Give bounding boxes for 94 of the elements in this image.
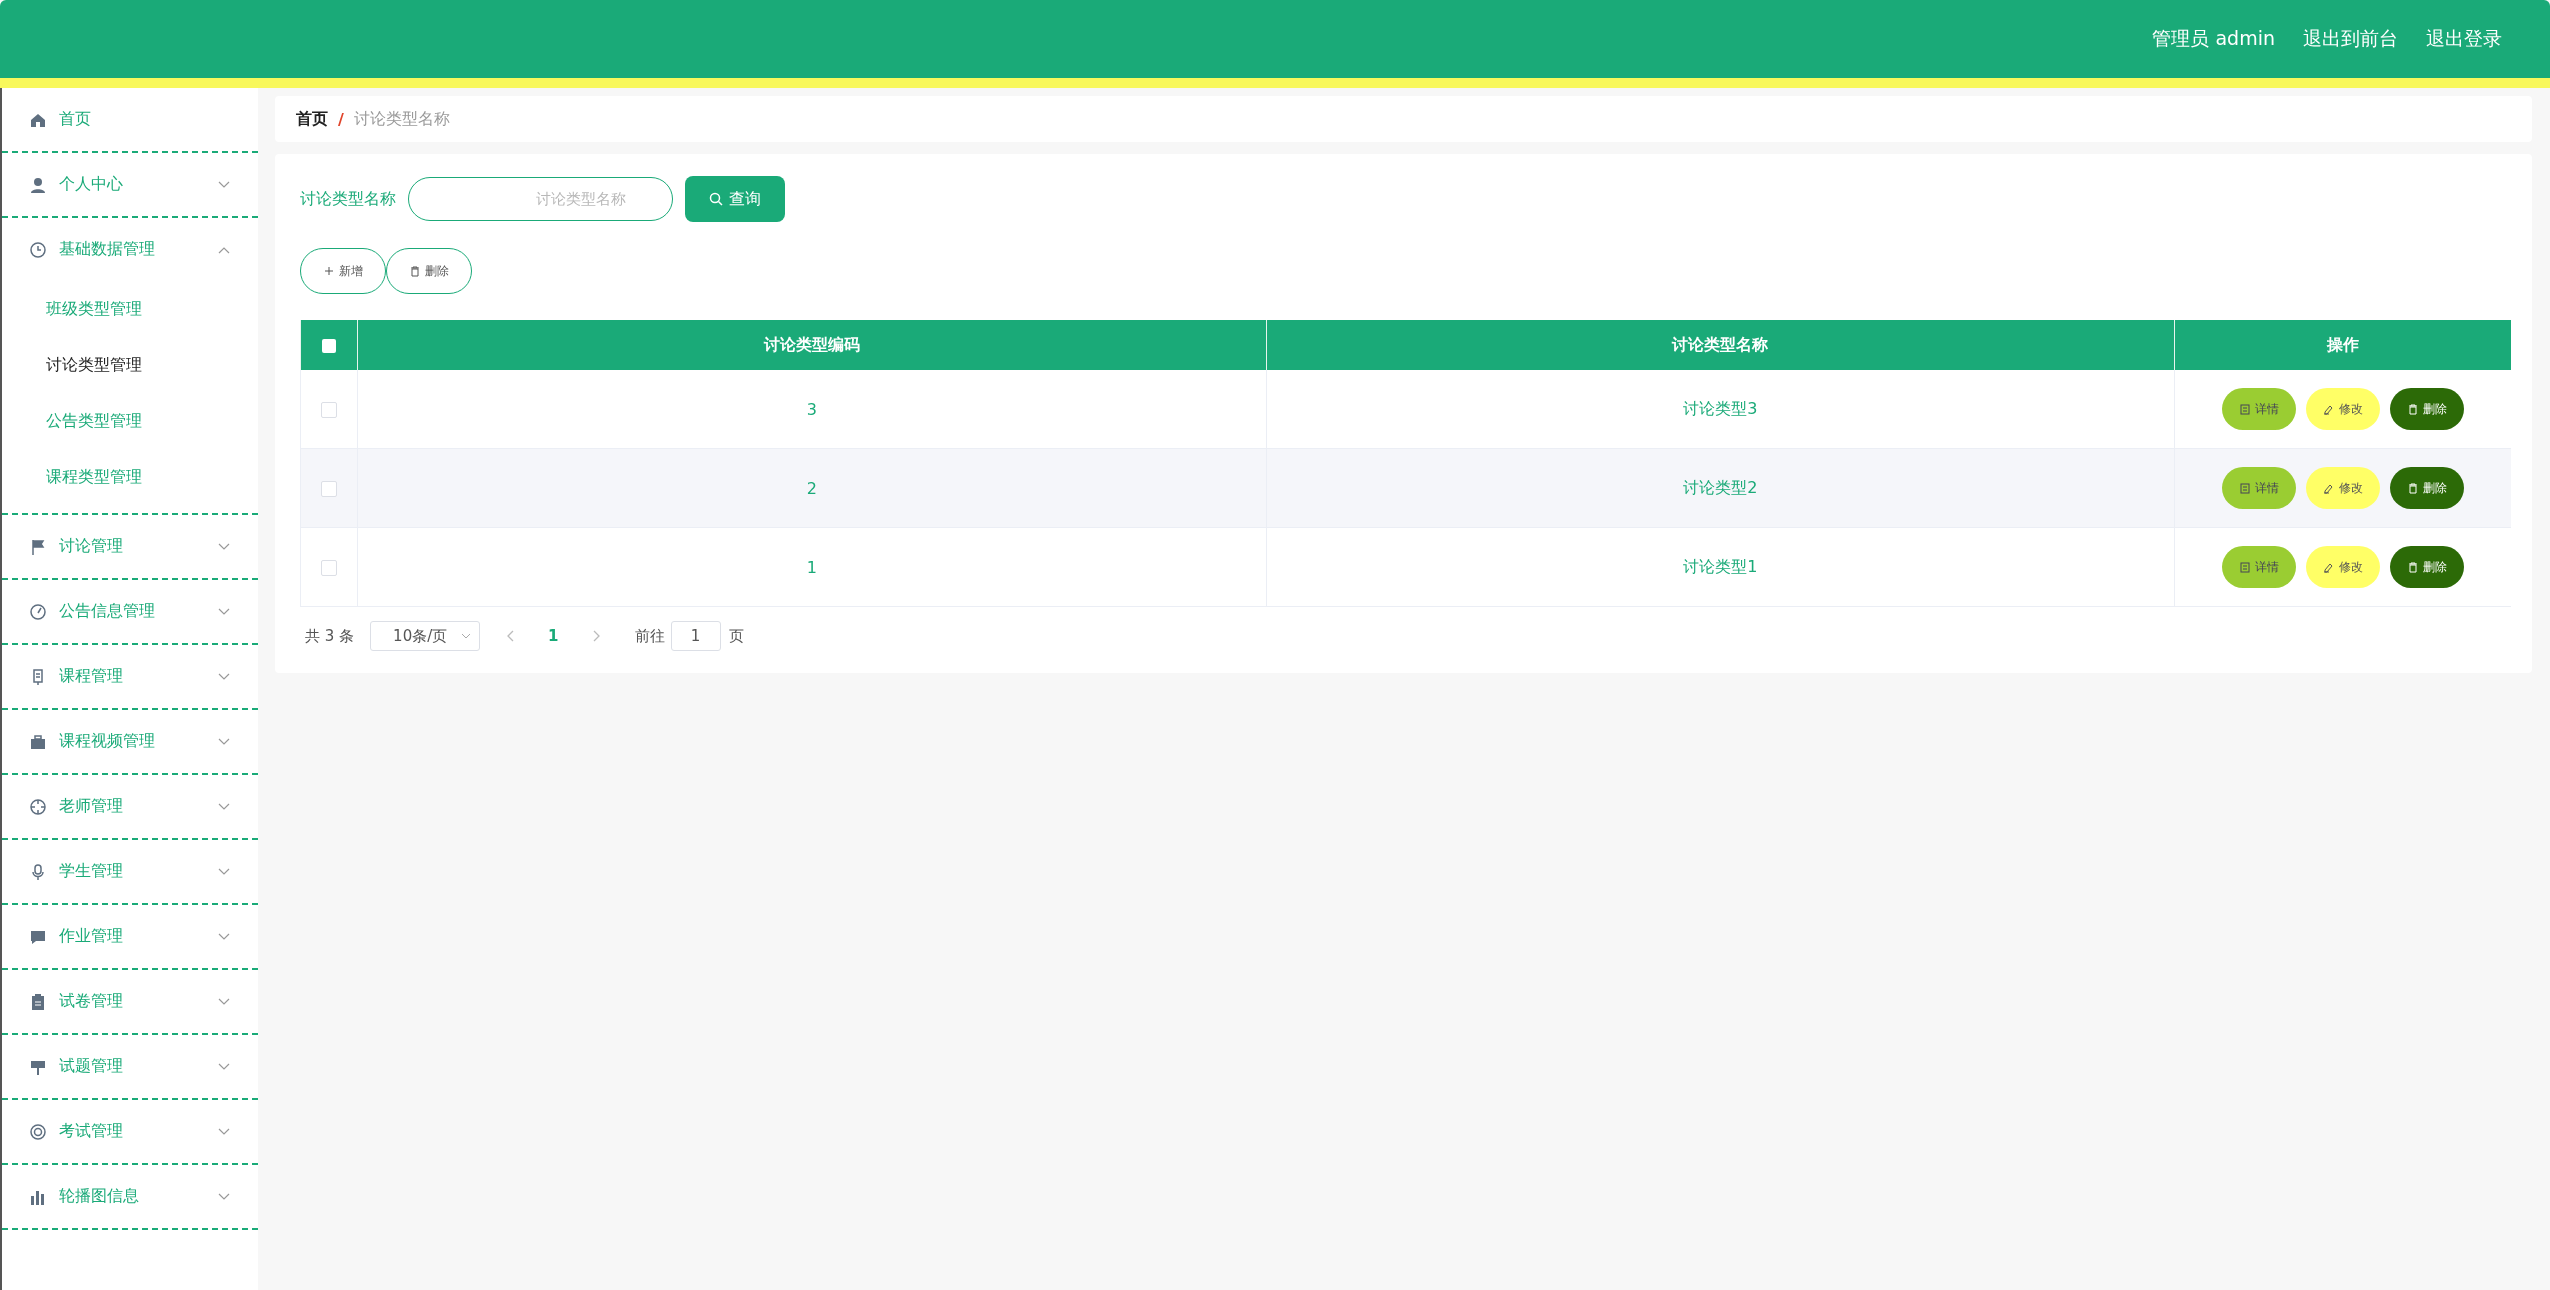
submenu-item[interactable]: 班级类型管理 (2, 281, 258, 337)
breadcrumb-item: 讨论类型名称 (353, 108, 450, 130)
table-cell: 3 (806, 399, 817, 419)
table-cell: 讨论类型1 (1683, 556, 1758, 576)
gauge-icon (29, 602, 47, 621)
total-count: 共 3 条 (305, 626, 355, 646)
select-all-checkbox[interactable] (322, 339, 336, 353)
trash-icon (2407, 561, 2418, 573)
menu-item[interactable]: 课程视频管理 (2, 710, 258, 773)
previous-page-icon[interactable] (506, 630, 515, 642)
menu-item[interactable]: 老师管理 (2, 775, 258, 838)
goto-label: 前往 (634, 626, 665, 646)
search-icon (709, 192, 723, 206)
chevron-icon (218, 1062, 230, 1071)
submenu-item[interactable]: 公告类型管理 (2, 393, 258, 449)
chevron-icon (218, 672, 230, 681)
page-input[interactable]: 1 (670, 621, 721, 651)
edit-button[interactable]: 修改 (2306, 467, 2380, 509)
pencil-icon (2323, 561, 2334, 573)
document-icon (2239, 403, 2250, 415)
menu-item[interactable]: 试题管理 (2, 1035, 258, 1098)
next-page-icon[interactable] (592, 630, 601, 642)
clock-icon (29, 240, 47, 259)
menu-item[interactable]: 试卷管理 (2, 970, 258, 1033)
flag-icon (29, 537, 47, 556)
trash-icon (2407, 482, 2418, 494)
chevron-icon (218, 997, 230, 1006)
table-cell: 1 (806, 557, 817, 577)
row-checkbox[interactable] (321, 560, 337, 576)
page-size-select[interactable]: 10条/页 (370, 621, 481, 651)
menu-item[interactable]: 基础数据管理 (2, 218, 258, 281)
detail-button[interactable]: 详情 (2222, 546, 2296, 588)
crosshair-icon (29, 797, 47, 816)
search-button[interactable]: 查询 (685, 176, 785, 222)
delete-button[interactable]: 删除 (2390, 467, 2464, 509)
plus-icon (323, 266, 334, 276)
edit-button[interactable]: 修改 (2306, 546, 2380, 588)
search-field[interactable]: 讨论类型名称 (408, 177, 673, 221)
pencil-icon (2323, 403, 2334, 415)
briefcase-icon (29, 732, 47, 751)
page-suffix: 页 (728, 626, 744, 646)
chevron-icon (218, 867, 230, 876)
search-label: 讨论类型名称 (300, 188, 396, 210)
microphone-icon (29, 862, 47, 881)
menu-item[interactable]: 公告信息管理 (2, 580, 258, 643)
edit-button[interactable]: 修改 (2306, 388, 2380, 430)
trash-icon (409, 265, 420, 277)
clipboard-icon (29, 992, 47, 1011)
user-icon (29, 175, 47, 194)
table-cell: 讨论类型2 (1683, 477, 1758, 497)
table-cell: 讨论类型3 (1683, 398, 1758, 418)
chevron-icon (218, 802, 230, 811)
chevron-icon (218, 1127, 230, 1136)
menu-item[interactable]: 个人中心 (2, 153, 258, 216)
row-checkbox[interactable] (321, 481, 337, 497)
menu-item[interactable]: 轮播图信息 (2, 1165, 258, 1228)
detail-button[interactable]: 详情 (2222, 467, 2296, 509)
header-link[interactable]: 退出登录 (2426, 26, 2502, 52)
chevron-icon (218, 737, 230, 746)
chevron-icon (218, 245, 230, 254)
chevron-icon (218, 1192, 230, 1201)
admin-label: 管理员 admin (2152, 26, 2275, 51)
detail-button[interactable]: 详情 (2222, 388, 2296, 430)
delete-button[interactable]: 删除 (386, 248, 472, 294)
delete-button[interactable]: 删除 (2390, 388, 2464, 430)
chevron-icon (218, 542, 230, 551)
menu-item[interactable]: 讨论管理 (2, 515, 258, 578)
add-button[interactable]: 新增 (300, 248, 386, 294)
delete-button[interactable]: 删除 (2390, 546, 2464, 588)
chevron-icon (218, 180, 230, 189)
document-icon (2239, 561, 2250, 573)
page-number[interactable]: 1 (548, 627, 559, 645)
menu-item[interactable]: 考试管理 (2, 1100, 258, 1163)
chevron-icon (218, 932, 230, 941)
lifebuoy-icon (29, 1122, 47, 1141)
row-checkbox[interactable] (321, 402, 337, 418)
submenu-item[interactable]: 讨论类型管理 (2, 337, 258, 393)
column-header: 讨论类型编码 (763, 334, 860, 354)
table-cell: 2 (806, 478, 817, 498)
chevron-icon (461, 633, 472, 639)
menu-item[interactable]: 课程管理 (2, 645, 258, 708)
menu-item[interactable]: 作业管理 (2, 905, 258, 968)
chevron-icon (218, 607, 230, 616)
submenu-item[interactable]: 课程类型管理 (2, 449, 258, 505)
document-icon (2239, 482, 2250, 494)
column-header: 讨论类型名称 (1672, 334, 1769, 354)
trash-icon (2407, 403, 2418, 415)
menu-item[interactable]: 首页 (2, 88, 258, 151)
menu-item[interactable]: 学生管理 (2, 840, 258, 903)
breadcrumb-separator: / (338, 109, 344, 129)
pencil-icon (2323, 482, 2334, 494)
column-header: 操作 (2327, 334, 2359, 354)
header-link[interactable]: 退出到前台 (2303, 26, 2398, 52)
breadcrumb-item[interactable]: 首页 (296, 108, 328, 130)
